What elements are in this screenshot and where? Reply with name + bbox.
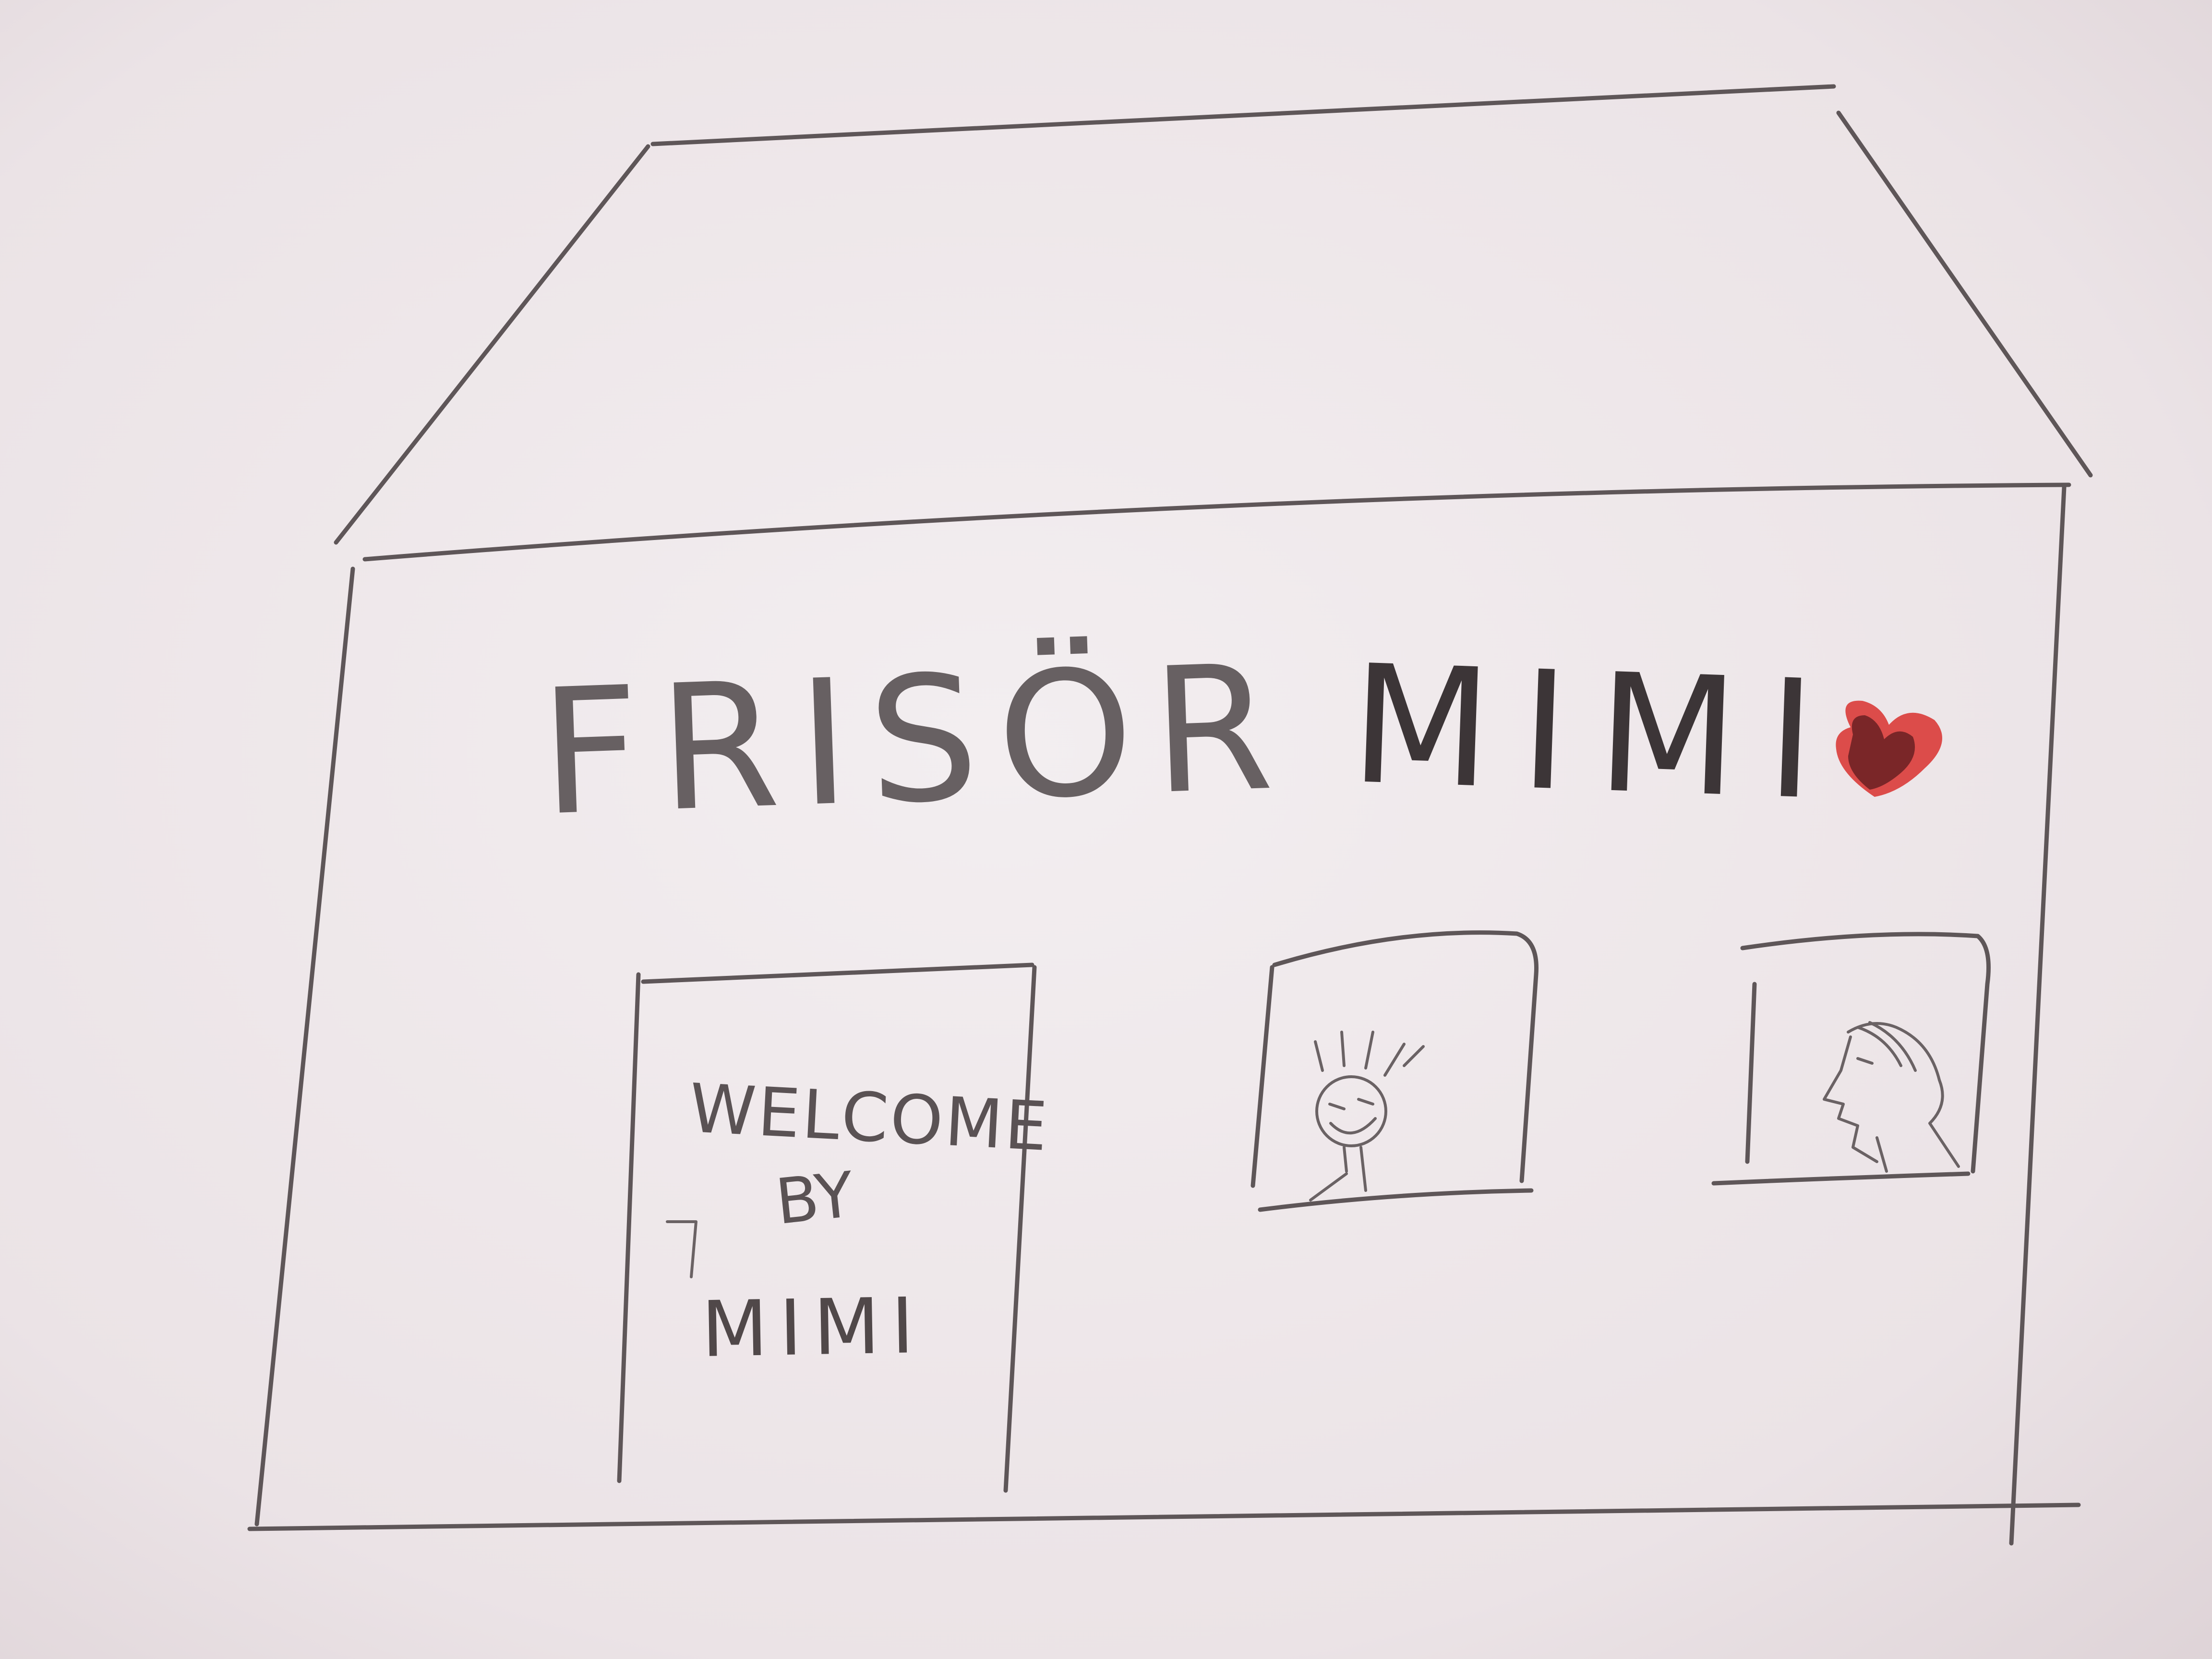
sign-mimi: MIMI bbox=[1347, 630, 1847, 837]
sign-frisor: FRISÖR bbox=[537, 626, 1296, 854]
paper-drawing: FRISÖR MIMI WELCOME BY MIMI bbox=[0, 0, 2212, 1659]
door-mimi-text: MIMI bbox=[700, 1280, 926, 1374]
door-welcome-text: WELCOME bbox=[687, 1070, 1051, 1167]
door-by-text: BY bbox=[772, 1158, 857, 1239]
